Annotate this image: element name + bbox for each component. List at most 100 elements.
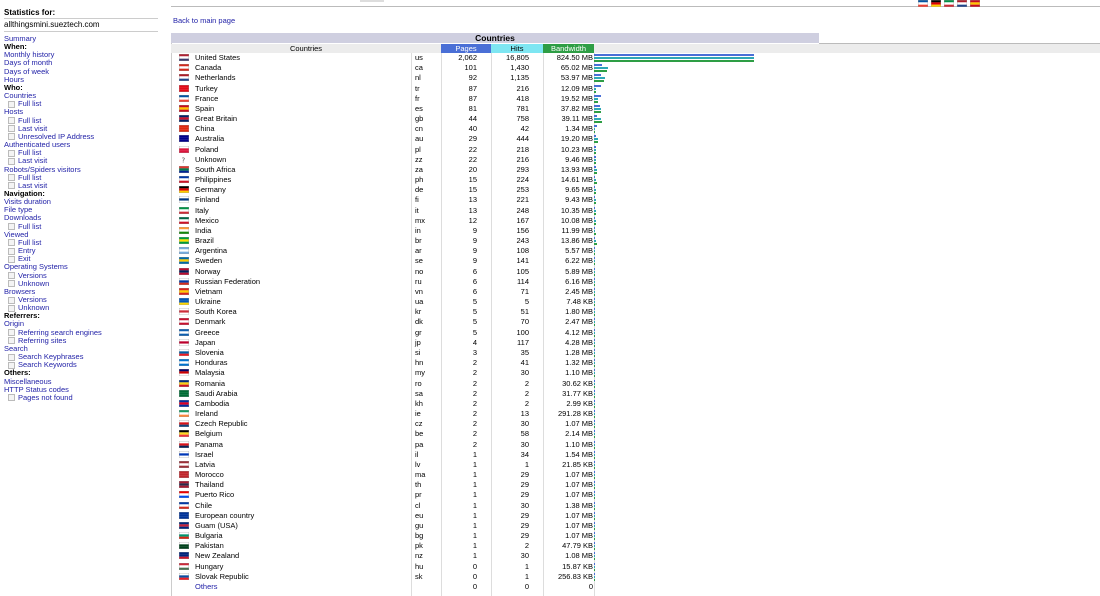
country-flag-icon <box>179 562 189 570</box>
pages-bar <box>594 74 601 77</box>
pages-value: 1 <box>472 490 477 500</box>
bar-group <box>594 542 595 551</box>
language-flag-icon[interactable] <box>957 0 967 8</box>
top-scroll-mark <box>360 0 384 2</box>
country-flag-icon <box>179 267 189 275</box>
table-row: Norway no 6 105 5.89 MB <box>171 267 1100 277</box>
bandwidth-bar <box>594 253 595 256</box>
country-flag-icon <box>179 410 189 418</box>
country-code: be <box>415 429 424 439</box>
menu-subitem[interactable]: Pages not found <box>4 393 160 402</box>
country-code: ua <box>415 297 424 307</box>
country-flag-icon <box>179 491 189 499</box>
language-flag-icon[interactable] <box>944 0 954 8</box>
country-flag-icon <box>179 481 189 489</box>
country-flag-icon <box>179 135 189 143</box>
hits-bar <box>594 331 595 334</box>
table-row: Slovenia si 3 35 1.28 MB <box>171 348 1100 358</box>
bandwidth-value: 9.46 MB <box>565 154 593 164</box>
hits-value: 2 <box>524 541 529 551</box>
bandwidth-bar <box>594 161 596 164</box>
bar-group <box>594 460 595 470</box>
menu-item[interactable]: Days of week <box>4 67 160 76</box>
bandwidth-bar <box>594 80 604 83</box>
bandwidth-bar <box>594 436 595 439</box>
hits-value: 35 <box>520 347 529 357</box>
hits-value: 13 <box>520 409 529 419</box>
table-row: Italy it 13 248 10.35 MB <box>171 206 1100 216</box>
menu-item[interactable]: Summary <box>4 34 160 43</box>
hits-bar <box>594 372 595 375</box>
bandwidth-value: 4.12 MB <box>565 327 593 337</box>
country-flag-icon <box>179 176 189 184</box>
others-link[interactable]: Others <box>195 582 395 592</box>
bar-group <box>594 511 595 521</box>
bandwidth-value: 1.07 MB <box>565 531 593 541</box>
country-code: es <box>415 103 423 113</box>
pages-bar <box>594 257 595 260</box>
language-flag-icon[interactable] <box>970 0 980 8</box>
country-code: il <box>415 449 419 459</box>
country-code: hn <box>415 358 424 368</box>
bandwidth-bar <box>594 385 595 388</box>
pages-bar <box>594 379 595 382</box>
pages-bar <box>594 521 595 524</box>
country-flag-icon <box>179 328 189 336</box>
country-code: si <box>415 347 421 357</box>
hits-bar <box>594 270 595 273</box>
bar-group <box>594 430 595 439</box>
pages-value: 9 <box>472 256 477 266</box>
country-code: eu <box>415 510 424 520</box>
country-code: hu <box>415 561 424 571</box>
country-flag-icon <box>179 186 189 194</box>
country-code: fi <box>415 195 419 205</box>
language-flag-icon[interactable] <box>931 0 941 8</box>
bandwidth-bar <box>594 283 595 286</box>
hits-value: 5 <box>524 297 529 307</box>
pages-value: 2 <box>472 409 477 419</box>
bandwidth-value: 10.35 MB <box>560 205 593 215</box>
bandwidth-bar <box>594 466 595 469</box>
country-name: Puerto Rico <box>195 490 235 500</box>
bandwidth-value: 256.83 KB <box>557 571 593 581</box>
bandwidth-value: 1.07 MB <box>565 419 593 429</box>
pages-value: 5 <box>472 307 477 317</box>
country-flag-icon <box>179 450 189 458</box>
hits-value: 42 <box>520 124 529 134</box>
hits-value: 2 <box>524 398 529 408</box>
pages-value: 9 <box>472 225 477 235</box>
language-flag-icon[interactable] <box>918 0 928 8</box>
bar-group <box>594 186 596 195</box>
table-row: Canada ca 101 1,430 65.02 MB <box>171 63 1100 73</box>
bandwidth-value: 15.87 KB <box>562 561 593 571</box>
pages-value: 1 <box>472 480 477 490</box>
bandwidth-bar <box>594 232 596 235</box>
bar-group <box>594 237 597 246</box>
country-flag-icon <box>179 542 189 550</box>
table-row: Panama pa 2 30 1.10 MB <box>171 440 1100 450</box>
back-to-main-link[interactable]: Back to main page <box>173 16 235 25</box>
hits-value: 29 <box>520 480 529 490</box>
menu-item[interactable]: Hours <box>4 75 160 84</box>
menu-subitem[interactable]: Full list <box>4 100 160 108</box>
pages-value: 44 <box>468 114 477 124</box>
bandwidth-value: 1.32 MB <box>565 358 593 368</box>
bandwidth-bar <box>594 517 595 520</box>
hits-bar <box>594 392 595 395</box>
country-name: South Korea <box>195 307 237 317</box>
pages-value: 2 <box>472 368 477 378</box>
table-row: Hungary hu 0 1 15.87 KB <box>171 562 1100 572</box>
bar-group <box>594 84 601 94</box>
table-row: Puerto Rico pr 1 29 1.07 MB <box>171 490 1100 500</box>
bar-group <box>594 298 595 307</box>
pages-value: 2 <box>472 429 477 439</box>
hits-bar <box>594 514 595 517</box>
hits-bar <box>594 118 601 121</box>
country-flag-icon <box>179 145 189 153</box>
country-name: Norway <box>195 266 221 276</box>
bandwidth-value: 2.47 MB <box>565 317 593 327</box>
bandwidth-bar <box>594 354 595 357</box>
hits-value: 51 <box>520 307 529 317</box>
bandwidth-value: 12.09 MB <box>560 83 593 93</box>
pages-value: 4 <box>472 337 477 347</box>
